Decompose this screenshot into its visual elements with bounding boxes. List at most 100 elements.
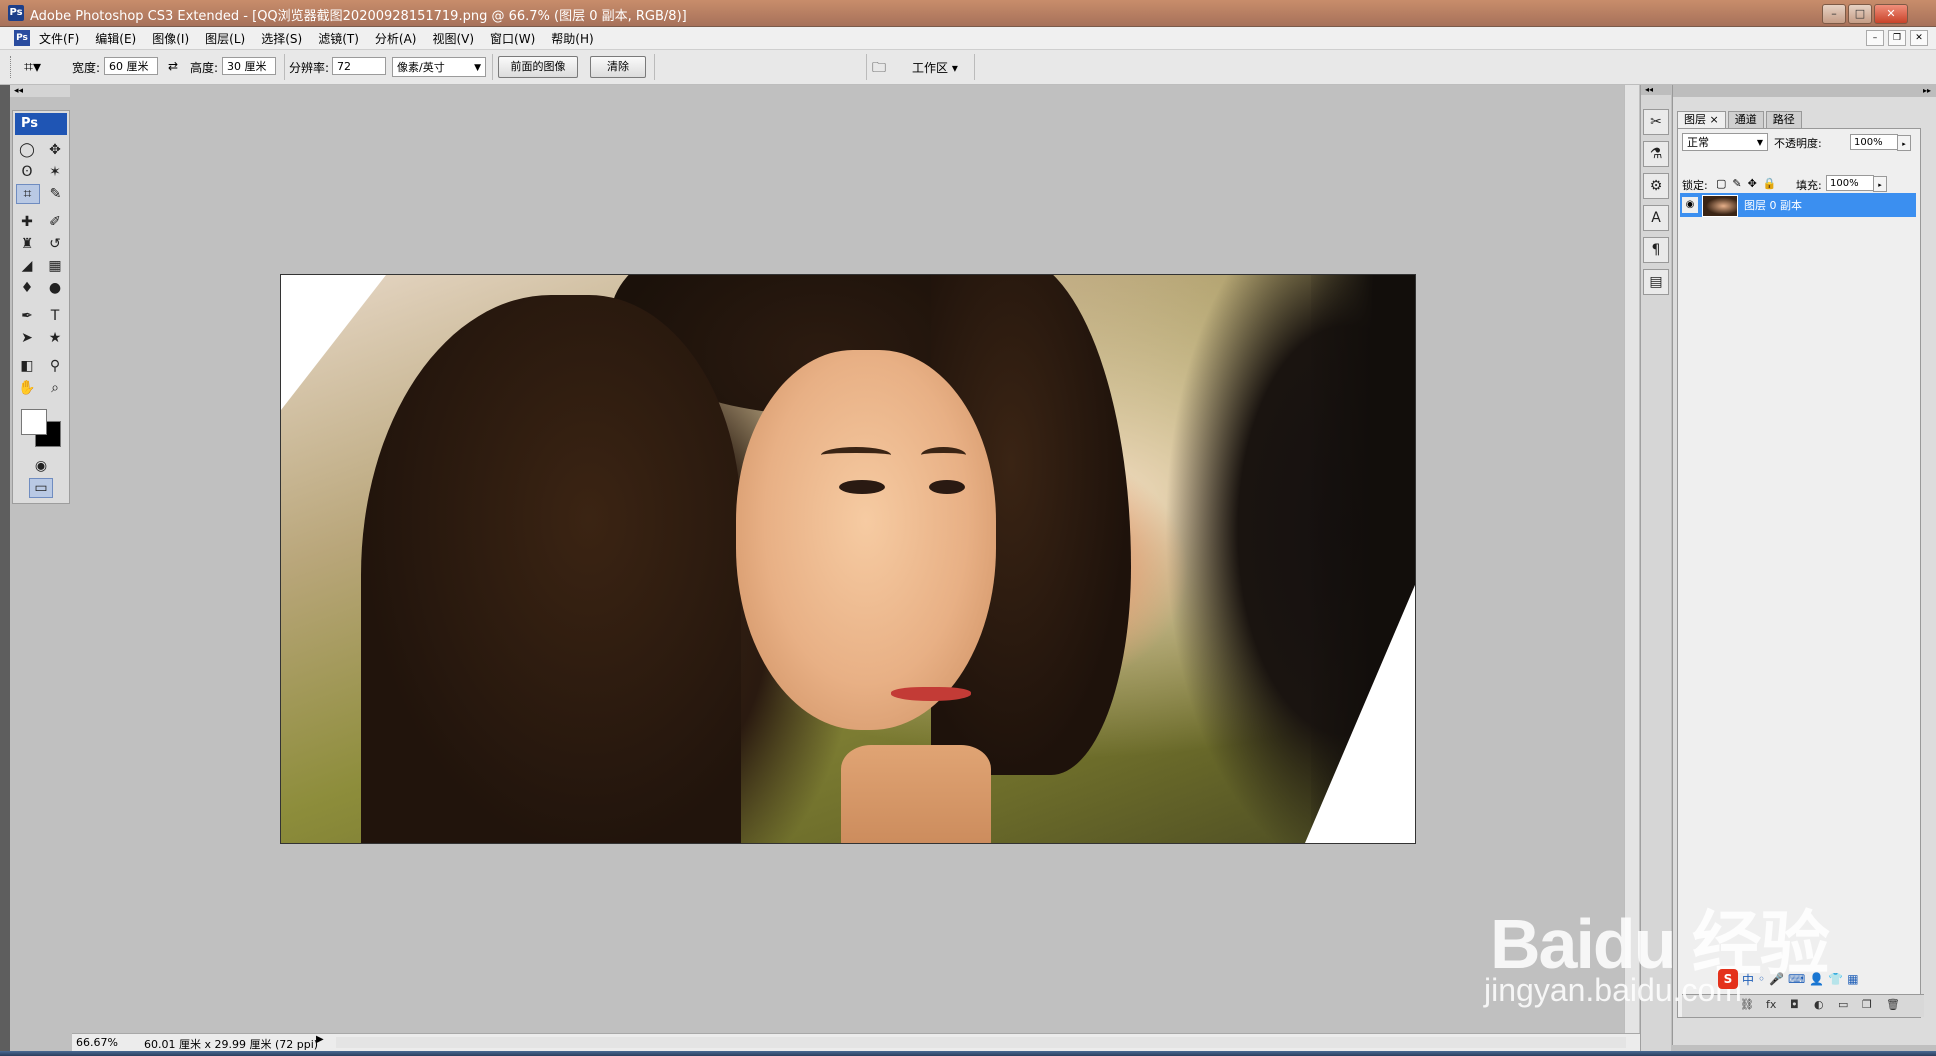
doc-restore-button[interactable]: ❐	[1888, 30, 1906, 46]
width-input[interactable]: 60 厘米	[104, 57, 158, 75]
menu-select[interactable]: 选择(S)	[260, 30, 303, 47]
slice-tool-icon[interactable]: ✎	[45, 184, 67, 204]
layer-row[interactable]: ◉ 图层 0 副本	[1680, 193, 1916, 217]
fill-input[interactable]: 100% ▸	[1826, 175, 1887, 192]
blur-tool-icon[interactable]: ♦	[16, 278, 38, 298]
history-brush-tool-icon[interactable]: ↺	[44, 234, 66, 254]
actions-icon[interactable]: ⚙	[1643, 173, 1669, 199]
resolution-input[interactable]: 72	[332, 57, 386, 75]
navigator-icon[interactable]: ✂	[1643, 109, 1669, 135]
status-menu-arrow-icon[interactable]: ▶	[316, 1034, 326, 1045]
lock-image-icon[interactable]: ✎	[1732, 177, 1741, 190]
options-grip[interactable]	[10, 56, 14, 78]
maximize-button[interactable]: □	[1848, 4, 1872, 24]
clone-stamp-tool-icon[interactable]: ♜	[16, 234, 38, 254]
workspace-button[interactable]: 工作区 ▾	[912, 59, 958, 76]
ime-logo-icon[interactable]: S	[1718, 969, 1738, 989]
zoom-tool-icon[interactable]: ⌕	[44, 378, 66, 398]
menu-image[interactable]: 图像(I)	[151, 30, 190, 47]
brush-tool-icon[interactable]: ✐	[44, 212, 66, 232]
adjustment-layer-icon[interactable]: ◐	[1814, 998, 1824, 1011]
tab-layers[interactable]: 图层 ×	[1677, 111, 1726, 128]
ime-mode[interactable]: 中	[1742, 971, 1754, 988]
color-swatches[interactable]	[17, 405, 65, 449]
bridge-icon[interactable]: 🗀	[872, 57, 886, 81]
doc-close-button[interactable]: ✕	[1910, 30, 1928, 46]
marquee-tool-icon[interactable]: ◯	[16, 140, 38, 160]
lock-transparent-icon[interactable]: ▢	[1716, 177, 1726, 190]
quick-mask-icon[interactable]: ◉	[30, 456, 52, 476]
opacity-arrow-icon[interactable]: ▸	[1897, 135, 1911, 151]
chevron-down-icon: ▼	[474, 63, 481, 73]
menu-edit[interactable]: 编辑(E)	[94, 30, 137, 47]
type-tool-icon[interactable]: T	[44, 306, 66, 326]
menu-file[interactable]: 文件(F)	[38, 30, 80, 47]
toolbox-collapse-handle[interactable]: ◂◂	[10, 85, 70, 97]
layer-name[interactable]: 图层 0 副本	[1744, 197, 1802, 213]
tab-paths[interactable]: 路径	[1765, 111, 1802, 128]
path-selection-tool-icon[interactable]: ➤	[16, 328, 38, 348]
panel-collapse-handle[interactable]: ◂◂	[1641, 85, 1671, 95]
dodge-tool-icon[interactable]: ●	[44, 278, 66, 298]
minimize-button[interactable]: –	[1822, 4, 1846, 24]
shape-tool-icon[interactable]: ★	[44, 328, 66, 348]
document-image[interactable]	[280, 274, 1416, 844]
eyedropper-tool-icon[interactable]: ⚲	[44, 356, 66, 376]
crop-tool-preset-icon[interactable]: ⌗▾	[24, 57, 50, 77]
menu-analysis[interactable]: 分析(A)	[374, 30, 418, 47]
skin-icon[interactable]: 👕	[1828, 972, 1843, 986]
opacity-input[interactable]: 100% ▸	[1850, 134, 1911, 151]
keyboard-icon[interactable]: ⌨	[1788, 972, 1805, 986]
menu-help[interactable]: 帮助(H)	[550, 30, 594, 47]
close-button[interactable]: ✕	[1874, 4, 1908, 24]
horizontal-scrollbar[interactable]	[336, 1037, 1626, 1048]
healing-brush-tool-icon[interactable]: ✚	[16, 212, 38, 232]
fx-icon[interactable]: fx	[1766, 998, 1776, 1011]
lock-position-icon[interactable]: ✥	[1748, 177, 1757, 190]
menu-filter[interactable]: 滤镜(T)	[317, 30, 360, 47]
height-input[interactable]: 30 厘米	[222, 57, 276, 75]
clear-button[interactable]: 清除	[590, 56, 646, 78]
character-icon[interactable]: A	[1643, 205, 1669, 231]
eraser-tool-icon[interactable]: ◢	[16, 256, 38, 276]
new-layer-icon[interactable]: ❐	[1862, 998, 1872, 1011]
pen-tool-icon[interactable]: ✒	[16, 306, 38, 326]
lock-all-icon[interactable]: 🔒	[1763, 177, 1777, 190]
history-icon[interactable]: ⚗	[1643, 141, 1669, 167]
move-tool-icon[interactable]: ✥	[44, 140, 66, 160]
add-mask-icon[interactable]: ◘	[1790, 998, 1799, 1011]
doc-minimize-button[interactable]: –	[1866, 30, 1884, 46]
trash-icon[interactable]: 🗑	[1886, 998, 1900, 1011]
foreground-color[interactable]	[21, 409, 47, 435]
visibility-eye-icon[interactable]: ◉	[1682, 197, 1698, 213]
layer-comps-icon[interactable]: ▤	[1643, 269, 1669, 295]
paragraph-icon[interactable]: ¶	[1643, 237, 1669, 263]
panel-header[interactable]: ▸▸	[1673, 85, 1936, 97]
zoom-level[interactable]: 66.67%	[76, 1036, 118, 1049]
front-image-button[interactable]: 前面的图像	[498, 56, 578, 78]
magic-wand-tool-icon[interactable]: ✶	[44, 162, 66, 182]
hand-tool-icon[interactable]: ✋	[16, 378, 38, 398]
notes-tool-icon[interactable]: ◧	[16, 356, 38, 376]
fill-arrow-icon[interactable]: ▸	[1873, 176, 1887, 192]
menu-layer[interactable]: 图层(L)	[204, 30, 246, 47]
swap-icon[interactable]: ⇄	[168, 59, 178, 73]
toolbox-icon[interactable]: ▦	[1847, 972, 1858, 986]
link-layers-icon[interactable]: ⛓	[1740, 998, 1754, 1011]
collapsed-panels: ◂◂ ✂ ⚗ ⚙ A ¶ ▤	[1640, 85, 1671, 1056]
tab-channels[interactable]: 通道	[1727, 111, 1764, 128]
crop-tool-icon[interactable]: ⌗	[15, 184, 40, 204]
new-group-icon[interactable]: ▭	[1838, 998, 1848, 1011]
menu-window[interactable]: 窗口(W)	[489, 30, 536, 47]
screen-mode-icon[interactable]: ▭	[29, 478, 53, 498]
gradient-tool-icon[interactable]: ▦	[44, 256, 66, 276]
resolution-units-select[interactable]: 像素/英寸 ▼	[392, 57, 486, 77]
title-bar: Ps Adobe Photoshop CS3 Extended - [QQ浏览器…	[0, 0, 1936, 27]
vertical-scrollbar[interactable]	[1624, 85, 1639, 1033]
user-icon[interactable]: 👤	[1809, 972, 1824, 986]
lasso-tool-icon[interactable]: ʘ	[16, 162, 38, 182]
voice-icon[interactable]: 🎤	[1769, 972, 1784, 986]
blend-mode-select[interactable]: 正常 ▼	[1682, 133, 1768, 151]
menu-view[interactable]: 视图(V)	[431, 30, 475, 47]
punctuation-icon[interactable]: ◦	[1758, 972, 1765, 986]
